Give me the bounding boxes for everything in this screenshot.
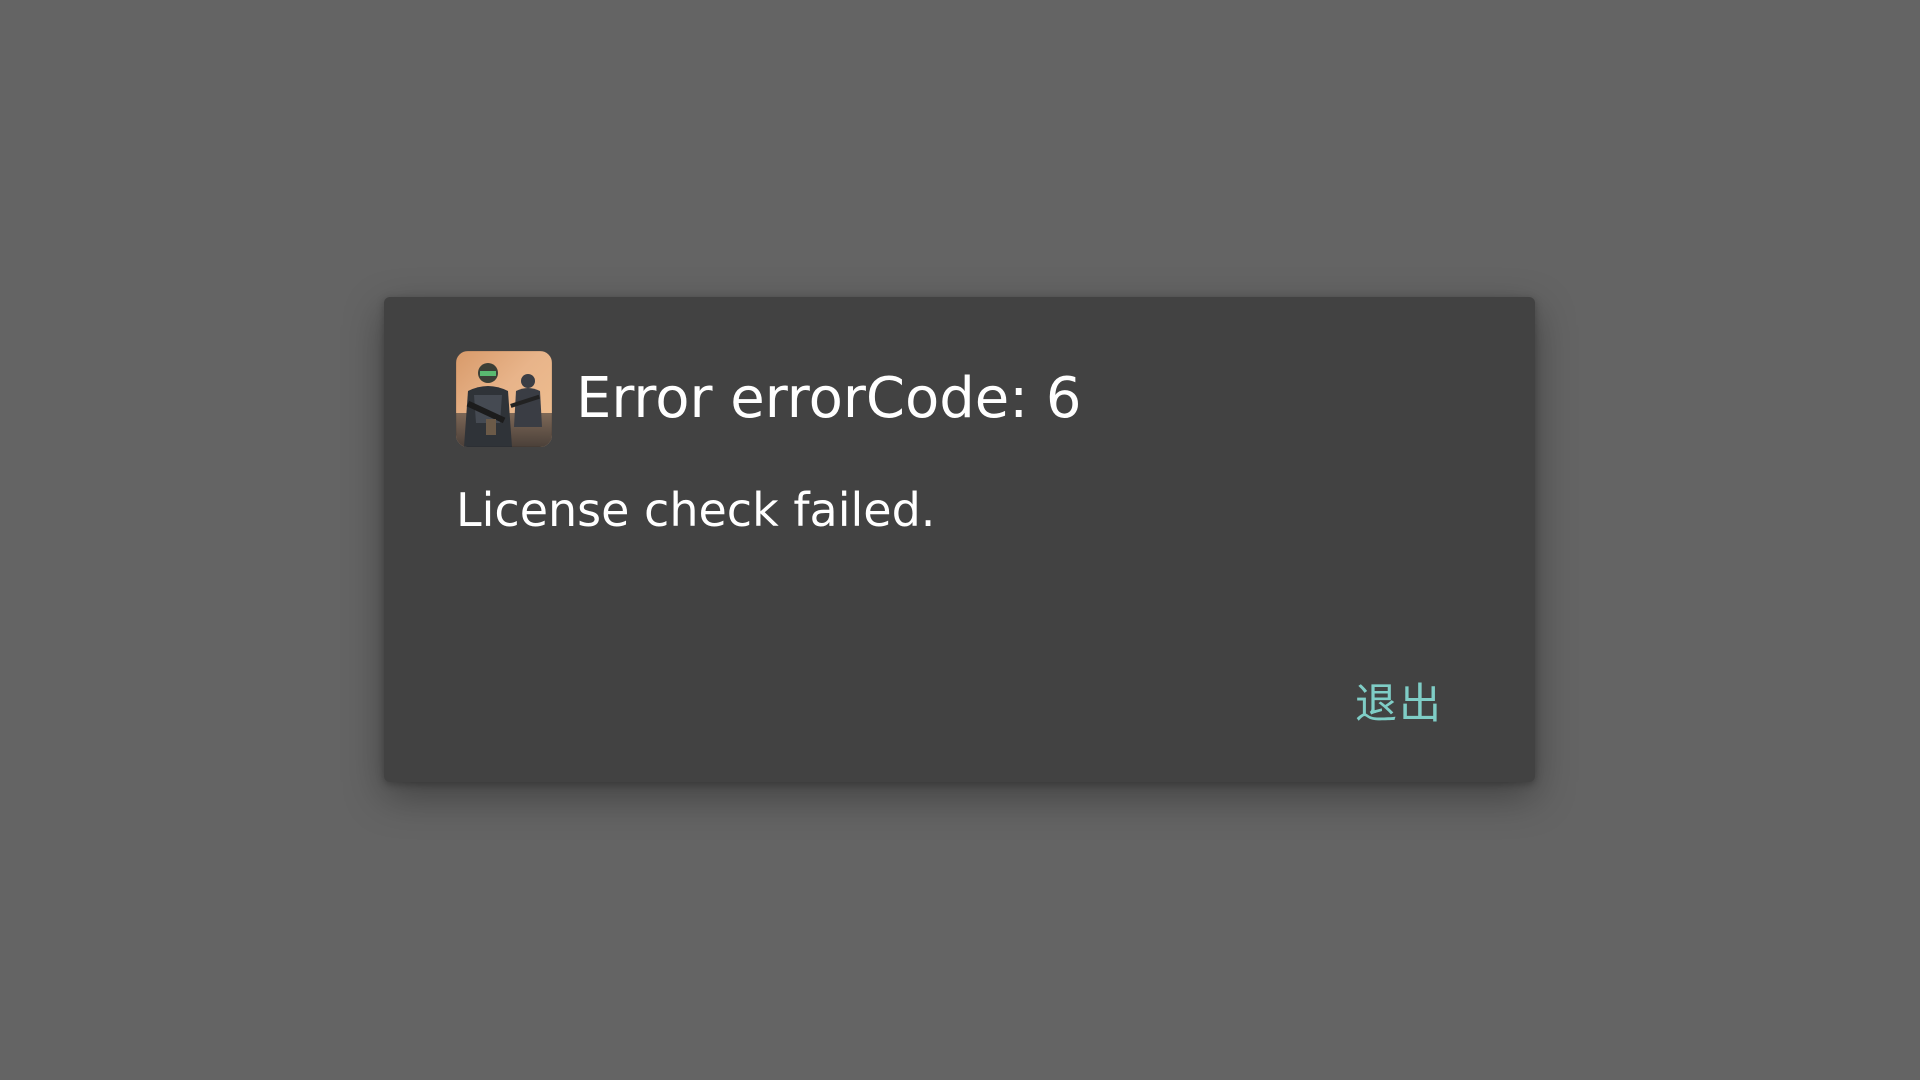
dialog-header: Error errorCode: 6 [456, 351, 1082, 447]
dialog-title: Error errorCode: 6 [576, 366, 1082, 431]
game-app-icon [456, 351, 552, 447]
dialog-message: License check failed. [456, 483, 936, 537]
error-dialog: Error errorCode: 6 License check failed.… [384, 297, 1535, 782]
exit-button[interactable]: 退出 [1351, 675, 1447, 733]
